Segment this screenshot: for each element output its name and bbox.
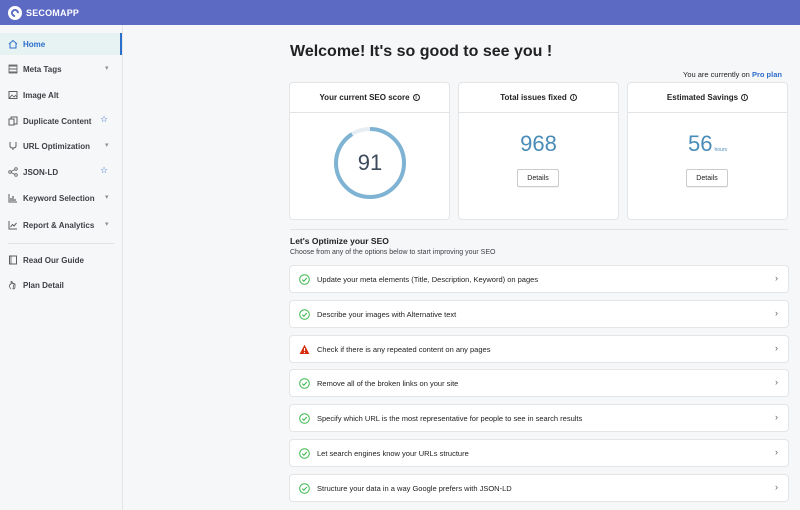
plan-info: You are currently on Pro plan [683,70,782,79]
savings-value: 56 hours [628,131,787,157]
info-icon[interactable]: i [412,94,420,101]
info-icon[interactable]: i [741,94,749,101]
sidebar-item-label: Report & Analytics [23,220,95,230]
star-icon: ☆ [100,114,109,124]
issues-fixed-value: 968 [520,131,557,156]
sidebar-item-json-ld[interactable]: JSON-LD ☆ [0,161,122,183]
optimize-item-label: Structure your data in a way Google pref… [317,483,512,493]
optimize-item-label: Let search engines know your URLs struct… [317,448,469,458]
optimize-item-label: Specify which URL is the most representa… [317,413,583,423]
star-icon: ☆ [100,165,109,175]
info-icon[interactable]: i [569,94,577,101]
chart-icon [8,193,18,203]
sidebar-item-home[interactable]: Home [0,33,122,55]
main-content: Welcome! It's so good to see you ! You a… [123,25,800,510]
sidebar: Home Meta Tags ▾ Image Alt Duplicate Con… [0,25,123,510]
check-circle-icon [299,273,310,285]
sidebar-item-label: Keyword Selection [23,193,95,203]
sidebar-item-label: Duplicate Content [23,116,92,126]
sidebar-item-report-analytics[interactable]: Report & Analytics ▾ [0,214,122,236]
optimize-item-label: Check if there is any repeated content o… [317,344,491,354]
list-icon [8,64,18,74]
top-bar: SECOMAPP [0,0,800,25]
optimize-item-label: Remove all of the broken links on your s… [317,378,459,388]
share-icon [8,167,18,177]
sidebar-item-label: Read Our Guide [23,255,84,265]
card-title: Your current SEO score [319,93,410,102]
sidebar-item-label: Image Alt [23,90,59,100]
brand-name: SECOMAPP [26,7,80,18]
sidebar-item-read-our-guide[interactable]: Read Our Guide [0,249,122,271]
card-header: Estimated Savings i [628,83,787,113]
sidebar-item-url-optimization[interactable]: URL Optimization ▾ [0,135,122,157]
logo-icon [8,5,22,20]
branch-icon [8,141,18,151]
sidebar-item-image-alt[interactable]: Image Alt [0,84,122,106]
card-header: Your current SEO score i [290,83,449,113]
chevron-right-icon: › [775,482,778,492]
analytics-icon [8,220,18,230]
section-divider [290,229,788,230]
plan-link[interactable]: Pro plan [752,70,782,79]
optimize-item[interactable]: Specify which URL is the most representa… [290,405,788,431]
optimize-item[interactable]: Structure your data in a way Google pref… [290,475,788,501]
check-circle-icon [299,412,310,424]
sidebar-item-keyword-selection[interactable]: Keyword Selection ▾ [0,187,122,209]
page-title: Welcome! It's so good to see you ! [290,43,553,60]
check-circle-icon [299,482,310,494]
issues-details-button[interactable]: Details [517,169,559,187]
savings-details-button[interactable]: Details [686,169,728,187]
optimize-item-label: Update your meta elements (Title, Descri… [317,274,539,284]
check-circle-icon [299,308,310,320]
seo-score-card: Your current SEO score i 91 [290,83,449,219]
sidebar-item-label: URL Optimization [23,141,90,151]
sidebar-item-label: Meta Tags [23,64,62,74]
duplicate-icon [8,116,18,126]
check-circle-icon [299,447,310,459]
chevron-down-icon: ▾ [105,221,109,228]
sidebar-item-label: Home [23,39,46,49]
savings-number: 56 [688,131,713,156]
sidebar-divider [8,243,114,244]
warning-icon [299,344,310,355]
chevron-right-icon: › [775,308,778,318]
optimize-title: Let's Optimize your SEO [290,236,389,246]
savings-unit: hours [714,147,727,153]
sidebar-item-meta-tags[interactable]: Meta Tags ▾ [0,58,122,80]
seo-score-value: 91 [357,150,383,175]
home-icon [8,39,18,49]
optimize-item[interactable]: Remove all of the broken links on your s… [290,370,788,396]
chevron-right-icon: › [775,343,778,353]
sidebar-item-duplicate-content[interactable]: Duplicate Content ☆ [0,110,122,132]
sidebar-item-label: JSON-LD [23,167,59,177]
card-header: Total issues fixed i [459,83,618,113]
issues-fixed-card: Total issues fixed i 968 Details [459,83,618,219]
optimize-item[interactable]: Let search engines know your URLs struct… [290,440,788,466]
optimize-item-label: Describe your images with Alternative te… [317,309,457,319]
optimize-item[interactable]: Check if there is any repeated content o… [290,336,788,362]
chevron-right-icon: › [775,377,778,387]
optimize-subtitle: Choose from any of the options below to … [290,249,496,256]
book-icon [8,255,18,265]
image-icon [8,90,18,100]
chevron-right-icon: › [775,412,778,422]
chevron-right-icon: › [775,447,778,457]
chevron-down-icon: ▾ [105,142,109,149]
card-title: Total issues fixed [500,93,567,102]
hand-icon [8,280,18,290]
plan-prefix: You are currently on [683,70,750,79]
sidebar-item-label: Plan Detail [23,280,64,290]
optimize-item[interactable]: Update your meta elements (Title, Descri… [290,266,788,292]
card-title: Estimated Savings [666,93,739,102]
chevron-down-icon: ▾ [105,65,109,72]
chevron-right-icon: › [775,273,778,283]
sidebar-item-plan-detail[interactable]: Plan Detail [0,274,122,296]
check-circle-icon [299,377,310,389]
estimated-savings-card: Estimated Savings i 56 hours Details [628,83,787,219]
optimize-item[interactable]: Describe your images with Alternative te… [290,301,788,327]
chevron-down-icon: ▾ [105,194,109,201]
